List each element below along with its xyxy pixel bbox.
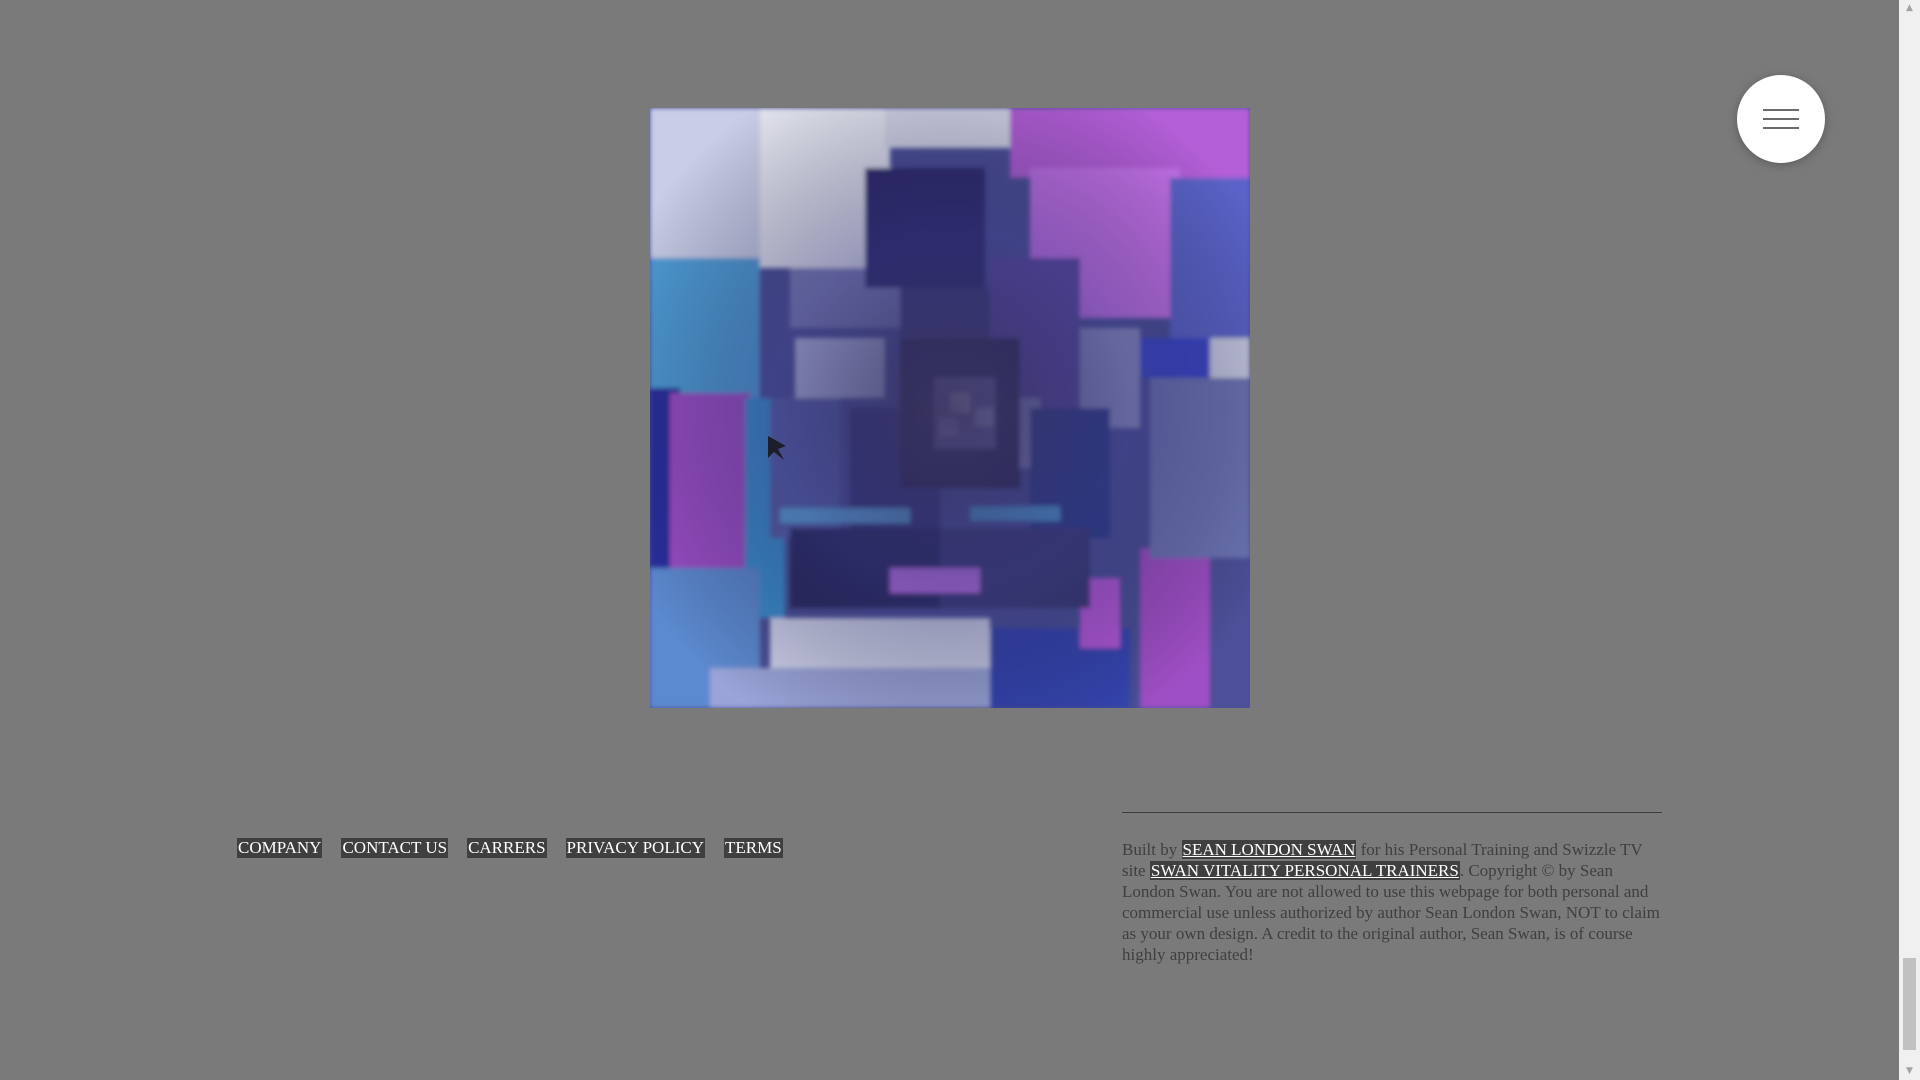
hamburger-menu-icon-line [1763, 118, 1799, 120]
scroll-down-arrow-icon[interactable]: ▼ [1899, 1063, 1920, 1080]
credits-text: Built by SEAN LONDON SWAN for his Person… [1122, 812, 1662, 965]
menu-button[interactable] [1737, 75, 1825, 163]
hamburger-menu-icon [1763, 109, 1799, 111]
footer-link-terms[interactable]: TERMS [724, 838, 783, 858]
scrollbar-thumb[interactable] [1903, 958, 1916, 1050]
hamburger-menu-icon-line [1763, 127, 1799, 129]
footer-link-privacy-policy[interactable]: PRIVACY POLICY [565, 838, 705, 858]
page: COMPANY CONTACT US CARRERS PRIVACY POLIC… [0, 0, 1920, 1080]
author-link[interactable]: SEAN LONDON SWAN [1181, 840, 1357, 859]
hero-artwork [650, 108, 1250, 708]
cube-tunnel-image [650, 108, 1250, 708]
footer-link-company[interactable]: COMPANY [237, 838, 323, 858]
scroll-up-arrow-icon[interactable]: ▲ [1899, 0, 1920, 17]
vertical-scrollbar[interactable]: ▲ ▼ [1899, 0, 1920, 1080]
credits-prefix: Built by [1122, 840, 1182, 859]
footer-link-careers[interactable]: CARRERS [467, 838, 547, 858]
footer-link-contact-us[interactable]: CONTACT US [341, 838, 449, 858]
site-link[interactable]: SWAN VITALITY PERSONAL TRAINERS [1149, 861, 1460, 880]
footer-nav: COMPANY CONTACT US CARRERS PRIVACY POLIC… [237, 838, 783, 858]
